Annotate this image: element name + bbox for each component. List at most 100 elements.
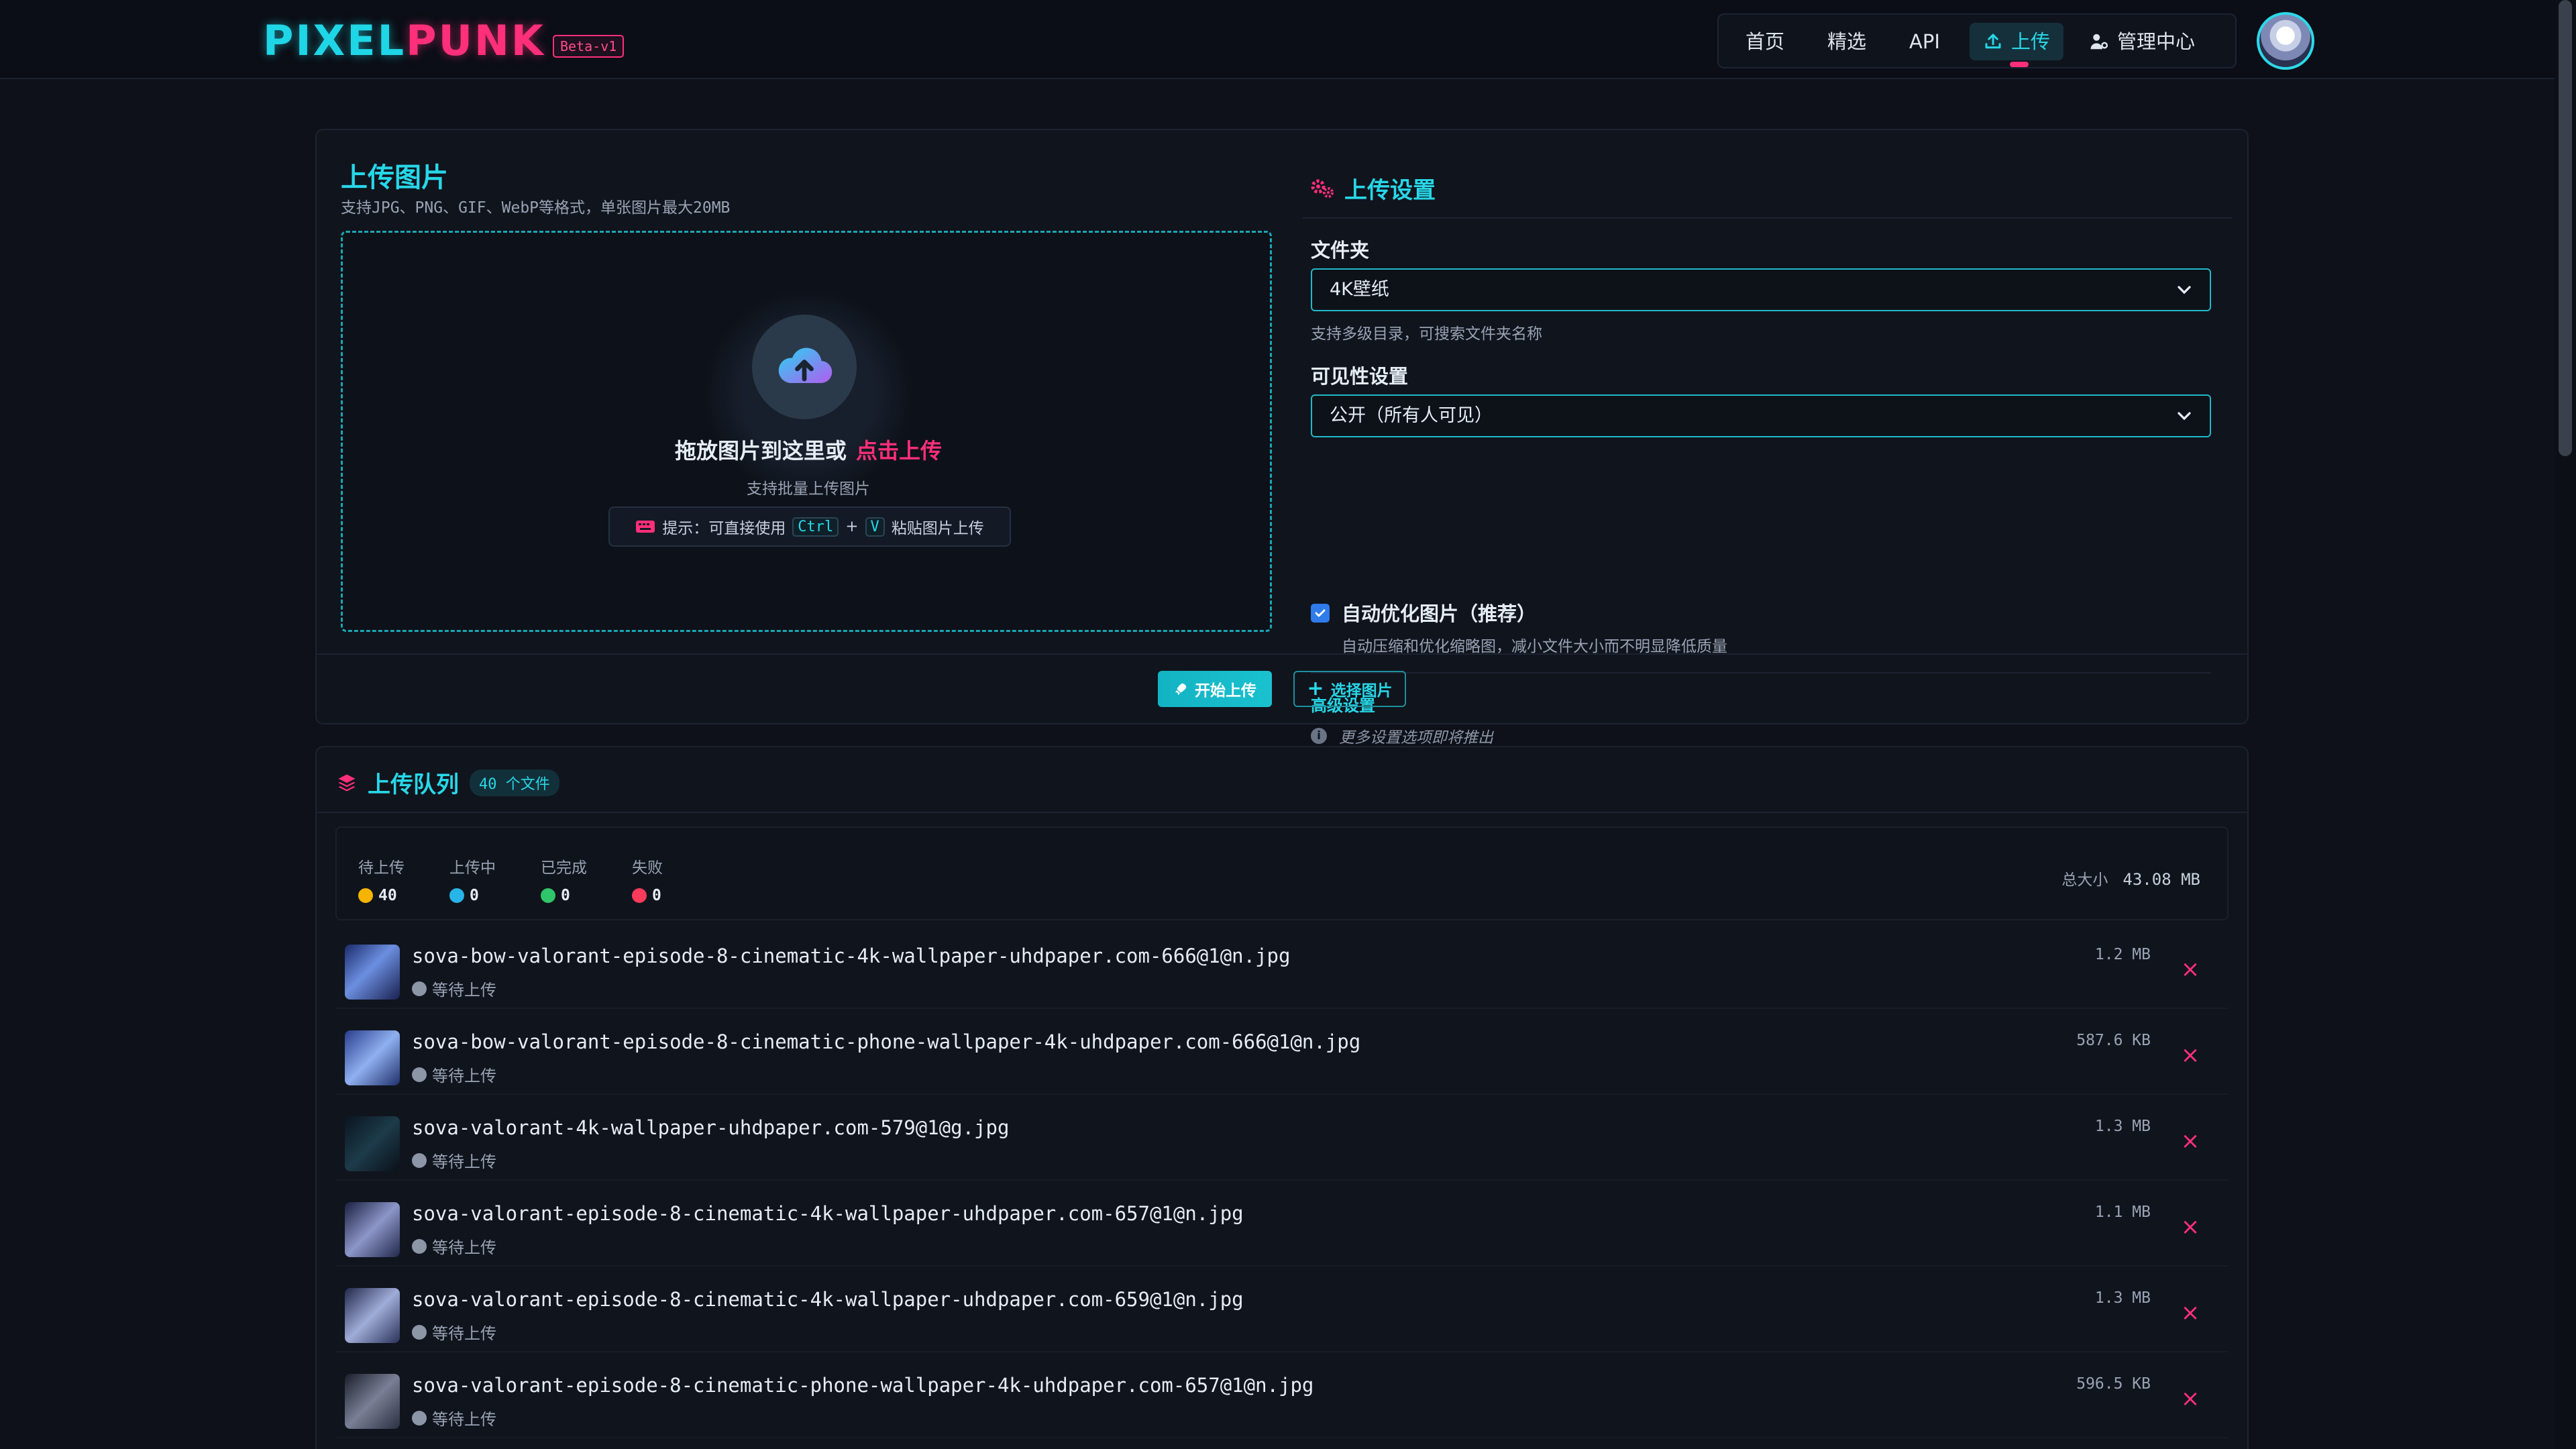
x-circle-icon xyxy=(632,888,647,903)
info-icon: i xyxy=(1311,728,1327,744)
clock-icon xyxy=(412,1238,427,1254)
kbd-ctrl: Ctrl xyxy=(792,517,839,537)
file-row: sova-valorant-episode-8-cinematic-phone-… xyxy=(335,1359,2229,1438)
folder-select-value: 4K壁纸 xyxy=(1330,279,1389,300)
stat-failed-value: 0 xyxy=(652,887,661,904)
dropzone[interactable]: 拖放图片到这里或 点击上传 支持批量上传图片 提示：可直接使用 Ctrl + V … xyxy=(341,231,1272,632)
scrollbar-thumb[interactable] xyxy=(2559,0,2572,456)
keyboard-icon xyxy=(636,521,655,533)
kbd-v: V xyxy=(865,517,885,537)
paste-hint: 提示：可直接使用 Ctrl + V 粘贴图片上传 xyxy=(608,506,1011,547)
file-size: 587.6 KB xyxy=(2076,1032,2151,1049)
nav-featured-label: 精选 xyxy=(1827,30,1867,53)
upload-panel: 上传图片 支持JPG、PNG、GIF、WebP等格式，单张图片最大20MB 拖放… xyxy=(315,129,2249,747)
file-status: 等待上传 xyxy=(412,1063,496,1086)
file-size: 596.5 KB xyxy=(2076,1375,2151,1393)
logo-pixel: PIXEL xyxy=(263,16,407,65)
optimize-label[interactable]: 自动优化图片（推荐） xyxy=(1342,598,1536,627)
file-row: sova-bow-valorant-episode-8-cinematic-4k… xyxy=(335,930,2229,1009)
file-thumbnail xyxy=(345,1288,400,1343)
nav-home-label: 首页 xyxy=(1746,30,1785,53)
remove-file-button[interactable]: × xyxy=(2180,1130,2200,1152)
stat-failed-label: 失败 xyxy=(632,859,663,877)
file-status-text: 等待上传 xyxy=(432,1067,496,1085)
file-thumbnail xyxy=(345,1116,400,1171)
file-status: 等待上传 xyxy=(412,1234,496,1258)
queue-panel: 上传队列 40 个文件 待上传 40 上传中 0 已完成 0 失败 0 总大小 … xyxy=(315,746,2249,1449)
nav-api[interactable]: API xyxy=(1896,23,1953,60)
upload-footer-divider xyxy=(315,653,2249,655)
remove-file-button[interactable]: × xyxy=(2180,1044,2200,1067)
nav-admin-label: 管理中心 xyxy=(2117,30,2196,53)
hint-plus: + xyxy=(845,518,859,535)
file-row: sova-valorant-episode-8-cinematic-4k-wal… xyxy=(335,1187,2229,1267)
file-name: sova-valorant-episode-8-cinematic-phone-… xyxy=(412,1374,1314,1397)
file-size: 1.3 MB xyxy=(2094,1118,2151,1135)
logo-punk: PUNK xyxy=(406,16,545,65)
upload-subtitle: 支持JPG、PNG、GIF、WebP等格式，单张图片最大20MB xyxy=(341,199,731,217)
logo[interactable]: PIXELPUNK xyxy=(263,17,545,64)
optimize-checkbox[interactable] xyxy=(1311,604,1330,623)
total-size: 总大小 43.08 MB xyxy=(2061,867,2200,890)
stat-failed: 失败 0 xyxy=(632,855,663,904)
upload-icon xyxy=(1985,34,2001,49)
nav-upload[interactable]: 上传 xyxy=(1970,23,2064,60)
file-name: sova-bow-valorant-episode-8-cinematic-4k… xyxy=(412,945,1291,967)
file-thumbnail xyxy=(345,1202,400,1257)
stat-pending-label: 待上传 xyxy=(358,859,405,877)
stat-pending: 待上传 40 xyxy=(358,855,405,904)
advanced-note-text: 更多设置选项即将推出 xyxy=(1339,729,1493,747)
file-status: 等待上传 xyxy=(412,1406,496,1430)
file-thumbnail xyxy=(345,1374,400,1429)
upload-arrow-icon xyxy=(449,888,464,903)
file-status-text: 等待上传 xyxy=(432,1238,496,1257)
visibility-select-value: 公开（所有人可见） xyxy=(1330,405,1493,426)
clock-icon xyxy=(412,1324,427,1340)
scrollbar[interactable] xyxy=(2555,0,2576,1449)
hint-prefix: 提示：可直接使用 xyxy=(662,520,786,537)
queue-title: 上传队列 40 个文件 xyxy=(337,766,559,799)
stat-done-label: 已完成 xyxy=(541,859,587,877)
stat-uploading: 上传中 0 xyxy=(449,855,496,904)
advanced-divider xyxy=(1311,672,2211,674)
settings-title: 上传设置 xyxy=(1311,172,1436,205)
main-nav: 首页 精选 API 上传 管理中心 xyxy=(1717,13,2237,68)
folder-select[interactable]: 4K壁纸 xyxy=(1311,268,2211,311)
nav-api-label: API xyxy=(1909,30,1940,53)
user-gear-icon xyxy=(2090,34,2108,50)
plus-icon: + xyxy=(1307,677,1324,700)
optimize-help: 自动压缩和优化缩略图，减小文件大小而不明显降低质量 xyxy=(1342,638,1727,655)
hint-suffix: 粘贴图片上传 xyxy=(891,520,984,537)
stat-uploading-value: 0 xyxy=(470,887,479,904)
stat-done: 已完成 0 xyxy=(541,855,587,904)
start-upload-label: 开始上传 xyxy=(1195,682,1256,700)
file-status-text: 等待上传 xyxy=(432,1410,496,1429)
start-upload-button[interactable]: 开始上传 xyxy=(1158,671,1272,707)
advanced-note: i 更多设置选项即将推出 xyxy=(1311,724,1493,747)
beta-badge: Beta-v1 xyxy=(553,35,625,58)
check-icon xyxy=(1315,609,1326,617)
remove-file-button[interactable]: × xyxy=(2180,958,2200,981)
clock-icon xyxy=(412,1152,427,1168)
file-status-text: 等待上传 xyxy=(432,1152,496,1171)
remove-file-button[interactable]: × xyxy=(2180,1301,2200,1324)
queue-count-badge: 40 个文件 xyxy=(470,769,559,796)
settings-title-label: 上传设置 xyxy=(1344,177,1436,204)
visibility-select[interactable]: 公开（所有人可见） xyxy=(1311,394,2211,437)
remove-file-button[interactable]: × xyxy=(2180,1216,2200,1238)
nav-featured[interactable]: 精选 xyxy=(1814,23,1880,60)
click-upload-link[interactable]: 点击上传 xyxy=(856,438,942,464)
nav-upload-label: 上传 xyxy=(2011,30,2051,53)
folder-label: 文件夹 xyxy=(1311,239,1370,262)
nav-home[interactable]: 首页 xyxy=(1732,23,1798,60)
cloud-upload-icon xyxy=(752,315,857,419)
nav-admin[interactable]: 管理中心 xyxy=(2076,23,2208,60)
select-images-button[interactable]: + 选择图片 xyxy=(1293,671,1406,707)
file-row: sova-valorant-episode-8-cinematic-4k-wal… xyxy=(335,1273,2229,1352)
file-size: 1.2 MB xyxy=(2094,946,2151,963)
drop-subtext: 支持批量上传图片 xyxy=(747,480,870,498)
avatar[interactable] xyxy=(2257,12,2314,70)
remove-file-button[interactable]: × xyxy=(2180,1387,2200,1410)
clock-icon xyxy=(412,1067,427,1082)
rocket-icon xyxy=(1175,683,1187,696)
